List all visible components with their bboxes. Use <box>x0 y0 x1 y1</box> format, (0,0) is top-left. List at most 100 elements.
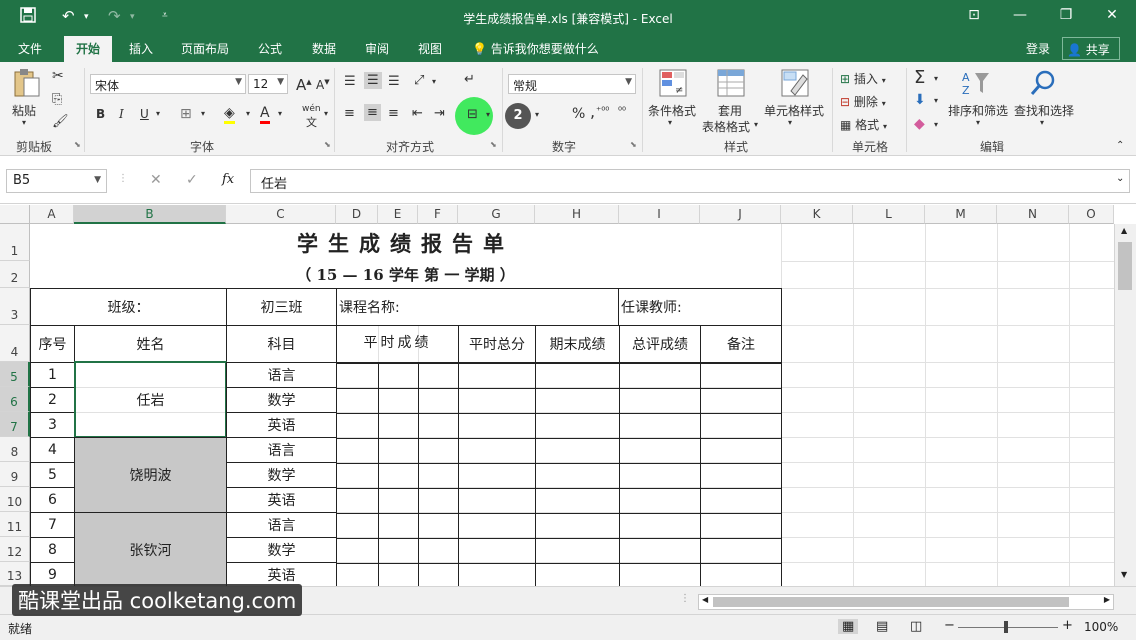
tab-insert[interactable]: 插入 <box>129 40 153 57</box>
column-header-d[interactable]: D <box>336 205 378 224</box>
collapse-ribbon-icon[interactable]: ⌃ <box>1116 140 1124 151</box>
fill-icon[interactable]: ⬇ <box>914 92 926 108</box>
header-overall-score[interactable]: 总评成绩 <box>619 325 701 363</box>
borders-dropdown-icon[interactable]: ▾ <box>201 109 205 118</box>
paste-dropdown-icon[interactable]: ▾ <box>22 118 26 127</box>
decrease-indent-icon[interactable]: ⇤ <box>412 106 423 121</box>
align-middle-icon[interactable]: ☰ <box>364 72 382 89</box>
tab-home[interactable]: 开始 <box>64 36 113 62</box>
find-select-icon[interactable] <box>1028 68 1058 98</box>
font-launcher-icon[interactable]: ⬊ <box>324 140 331 149</box>
increase-font-icon[interactable]: A▲ <box>296 76 312 94</box>
find-select-button[interactable]: 查找和选择 <box>1014 102 1074 119</box>
header-seq[interactable]: 序号 <box>30 325 75 363</box>
subject-cell[interactable]: 语言 <box>226 362 337 388</box>
course-label-cell[interactable]: 课程名称: <box>336 288 619 326</box>
column-header-f[interactable]: F <box>418 205 458 224</box>
formula-input[interactable]: 任岩 <box>250 169 1130 193</box>
fill-color-dropdown-icon[interactable]: ▾ <box>246 109 250 118</box>
font-size-combo[interactable]: 12 ▼ <box>248 74 288 94</box>
align-bottom-icon[interactable]: ☰ <box>388 74 400 89</box>
number-format-combo[interactable]: 常规 ▼ <box>508 74 636 94</box>
paste-button[interactable]: 粘贴 <box>12 102 36 119</box>
tab-review[interactable]: 审阅 <box>365 40 389 57</box>
row-header-6[interactable]: 6 <box>0 387 30 412</box>
row-header-1[interactable]: 1 <box>0 224 30 261</box>
row-header-13[interactable]: 13 <box>0 562 30 586</box>
column-header-g[interactable]: G <box>458 205 535 224</box>
header-regular-total[interactable]: 平时总分 <box>458 325 536 363</box>
name-cell-selected[interactable]: 任岩 <box>74 361 227 438</box>
sheet-title[interactable]: 学生成绩报告单 <box>30 224 781 261</box>
increase-decimal-icon[interactable]: ⁺⁰⁰ <box>596 106 609 117</box>
seq-cell[interactable]: 1 <box>30 362 75 388</box>
align-center-icon[interactable]: ≡ <box>364 104 381 121</box>
wrap-text-icon[interactable]: ↵ <box>464 72 475 87</box>
bold-button[interactable]: B <box>96 107 105 121</box>
conditional-format-icon[interactable]: ≠ <box>658 68 688 98</box>
name-box[interactable]: B5 ▼ <box>6 169 107 193</box>
seq-cell[interactable]: 8 <box>30 537 75 563</box>
borders-icon[interactable]: ⊞ <box>180 106 192 122</box>
tab-formulas[interactable]: 公式 <box>258 40 282 57</box>
tab-file[interactable]: 文件 <box>18 40 42 57</box>
enter-icon[interactable]: ✓ <box>186 172 198 188</box>
sort-filter-dropdown-icon[interactable]: ▾ <box>976 118 980 127</box>
align-left-icon[interactable]: ≡ <box>344 106 355 121</box>
underline-button[interactable]: U <box>140 107 149 121</box>
tab-data[interactable]: 数据 <box>312 40 336 57</box>
column-header-n[interactable]: N <box>997 205 1069 224</box>
worksheet-grid[interactable]: 学生成绩报告单 （ 15 — 16 学年 第 一 学期 ） 班级： 初三班 课程… <box>30 224 1114 586</box>
restore-button[interactable]: ❐ <box>1046 7 1086 23</box>
subject-cell[interactable]: 数学 <box>226 387 337 413</box>
zoom-level[interactable]: 100% <box>1084 620 1118 634</box>
seq-cell[interactable]: 7 <box>30 512 75 538</box>
autosum-dropdown-icon[interactable]: ▾ <box>934 74 938 83</box>
table-format-icon[interactable] <box>716 68 746 98</box>
scroll-up-icon[interactable]: ▲ <box>1121 226 1127 235</box>
seq-cell[interactable]: 3 <box>30 412 75 438</box>
format-painter-icon[interactable]: 🖌 <box>52 114 69 129</box>
autosum-icon[interactable]: Σ <box>914 67 925 88</box>
row-header-7[interactable]: 7 <box>0 412 30 437</box>
login-link[interactable]: 登录 <box>1026 40 1050 57</box>
header-subject[interactable]: 科目 <box>226 325 337 363</box>
page-layout-view-icon[interactable]: ▤ <box>876 619 888 634</box>
subject-cell[interactable]: 语言 <box>226 437 337 463</box>
table-format-label-2[interactable]: 表格格式 <box>702 118 750 135</box>
seq-cell[interactable]: 5 <box>30 462 75 488</box>
font-color-dropdown-icon[interactable]: ▾ <box>278 109 282 118</box>
name-cell[interactable]: 张钦河 <box>74 512 227 586</box>
row-header-9[interactable]: 9 <box>0 462 30 487</box>
orientation-dropdown-icon[interactable]: ▾ <box>432 77 436 86</box>
sort-filter-button[interactable]: 排序和筛选 <box>948 102 1008 119</box>
class-label-cell[interactable]: 班级： <box>30 288 227 326</box>
cancel-icon[interactable]: ✕ <box>150 172 162 188</box>
font-color-icon[interactable]: A <box>260 105 270 124</box>
table-format-dropdown-icon[interactable]: ▾ <box>754 120 758 129</box>
italic-button[interactable]: I <box>119 107 124 121</box>
normal-view-icon[interactable]: ▦ <box>838 619 859 634</box>
phonetic-dropdown-icon[interactable]: ▾ <box>324 109 328 118</box>
tab-page-layout[interactable]: 页面布局 <box>181 40 229 57</box>
share-button[interactable]: 👤 共享 <box>1062 37 1120 60</box>
fill-color-icon[interactable]: ◈ <box>224 105 235 124</box>
orientation-icon[interactable]: ⤢ <box>414 73 424 88</box>
row-header-4[interactable]: 4 <box>0 325 30 362</box>
cell-styles-button[interactable]: 单元格样式 <box>764 102 824 119</box>
cell-styles-dropdown-icon[interactable]: ▾ <box>788 118 792 127</box>
select-all-corner[interactable] <box>0 205 30 224</box>
column-header-i[interactable]: I <box>619 205 700 224</box>
increase-indent-icon[interactable]: ⇥ <box>434 106 445 121</box>
column-header-j[interactable]: J <box>700 205 781 224</box>
row-header-10[interactable]: 10 <box>0 487 30 512</box>
zoom-slider[interactable] <box>958 627 1058 628</box>
percent-button[interactable]: % <box>572 106 585 122</box>
insert-function-icon[interactable]: fx <box>222 172 234 187</box>
subject-cell[interactable]: 数学 <box>226 537 337 563</box>
header-name[interactable]: 姓名 <box>74 325 227 363</box>
column-header-l[interactable]: L <box>853 205 925 224</box>
name-cell[interactable]: 饶明波 <box>74 437 227 513</box>
decrease-font-icon[interactable]: A▼ <box>316 78 330 92</box>
merge-dropdown-icon[interactable]: ▾ <box>486 110 490 119</box>
